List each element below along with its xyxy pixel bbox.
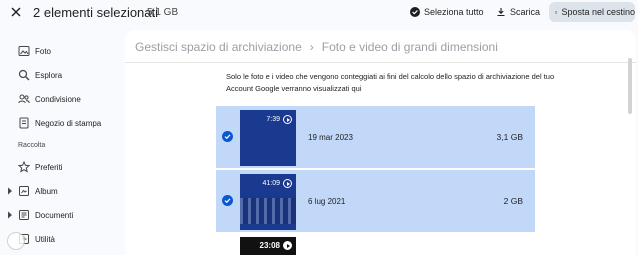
selected-check-icon[interactable] <box>222 131 233 142</box>
thumbnail-scene <box>240 198 296 224</box>
select-all-button[interactable]: Seleziona tutto <box>410 3 484 21</box>
play-icon <box>283 241 292 250</box>
sidebar-item-label: Foto <box>35 47 52 56</box>
duration-text: 41:09 <box>262 180 280 187</box>
selected-check-icon[interactable] <box>222 195 233 206</box>
sidebar-item-preferiti[interactable]: Preferiti <box>0 157 122 177</box>
print-store-icon <box>18 117 30 129</box>
caret-right-icon[interactable] <box>7 187 13 195</box>
breadcrumb: Gestisci spazio di archiviazione › Foto … <box>135 40 498 54</box>
video-thumbnail[interactable]: 23:08 <box>240 237 296 255</box>
sidebar-item-album[interactable]: Album <box>0 181 122 201</box>
sidebar-item-documenti[interactable]: Documenti <box>0 205 122 225</box>
header-divider <box>125 62 636 63</box>
video-size: 3,1 GB <box>496 132 523 142</box>
sidebar: Foto Esplora Condivisione Negozio di sta… <box>0 30 122 255</box>
video-duration: 41:09 <box>262 179 292 188</box>
caret-right-icon[interactable] <box>7 211 13 219</box>
close-icon[interactable] <box>9 5 23 19</box>
sidebar-section-label: Raccolta <box>18 142 46 149</box>
sidebar-item-label: Album <box>35 187 58 196</box>
video-row[interactable]: 41:09 6 lug 2021 2 GB <box>216 170 535 232</box>
play-icon <box>283 115 292 124</box>
chevron-right-icon: › <box>309 40 314 54</box>
photo-icon <box>18 45 30 57</box>
sidebar-item-label: Documenti <box>35 211 74 220</box>
duration-text: 7:39 <box>266 116 280 123</box>
sidebar-item-label: Preferiti <box>35 163 63 172</box>
sidebar-item-condivisione[interactable]: Condivisione <box>0 89 122 109</box>
document-icon <box>18 209 30 221</box>
breadcrumb-current: Foto e video di grandi dimensioni <box>321 40 498 54</box>
selection-size: 5,1 GB <box>147 7 179 18</box>
check-circle-icon <box>410 7 420 17</box>
sidebar-item-negozio-di-stampa[interactable]: Negozio di stampa <box>0 113 122 133</box>
move-to-trash-button[interactable]: Sposta nel cestino <box>549 2 635 22</box>
video-thumbnail[interactable]: 41:09 <box>240 174 296 230</box>
sidebar-item-label: Negozio di stampa <box>35 119 102 128</box>
duration-text: 23:08 <box>259 241 280 250</box>
sidebar-item-foto[interactable]: Foto <box>0 41 122 61</box>
video-duration: 23:08 <box>260 241 292 250</box>
move-to-trash-label: Sposta nel cestino <box>561 7 635 17</box>
download-label: Scarica <box>510 7 541 17</box>
download-icon <box>497 8 505 17</box>
video-date: 6 lug 2021 <box>308 197 346 206</box>
sidebar-item-label: Condivisione <box>35 95 81 104</box>
select-all-label: Seleziona tutto <box>424 7 484 17</box>
sidebar-item-label: Utilità <box>35 235 56 244</box>
search-icon <box>18 69 30 81</box>
sidebar-item-esplora[interactable]: Esplora <box>0 65 122 85</box>
trash-icon <box>555 10 558 14</box>
scrollbar[interactable] <box>628 58 632 114</box>
video-row[interactable]: 7:39 19 mar 2023 3,1 GB <box>216 106 535 168</box>
video-duration: 7:39 <box>266 115 292 124</box>
storage-description: Solo le foto e i video che vengono conte… <box>226 72 555 93</box>
breadcrumb-parent[interactable]: Gestisci spazio di archiviazione <box>135 40 302 54</box>
selection-toolbar: 2 elementi selezionati 5,1 GB Seleziona … <box>0 0 638 26</box>
video-thumbnail[interactable]: 7:39 <box>240 110 296 166</box>
album-icon <box>18 185 30 197</box>
video-size: 2 GB <box>503 196 523 206</box>
assistant-logo-icon[interactable] <box>7 232 25 250</box>
download-button[interactable]: Scarica <box>496 3 540 21</box>
play-icon <box>283 179 292 188</box>
selection-count: 2 elementi selezionati <box>33 5 159 20</box>
people-icon <box>18 93 30 105</box>
star-icon <box>17 160 31 173</box>
video-date: 19 mar 2023 <box>308 133 353 142</box>
sidebar-item-label: Esplora <box>35 71 63 80</box>
